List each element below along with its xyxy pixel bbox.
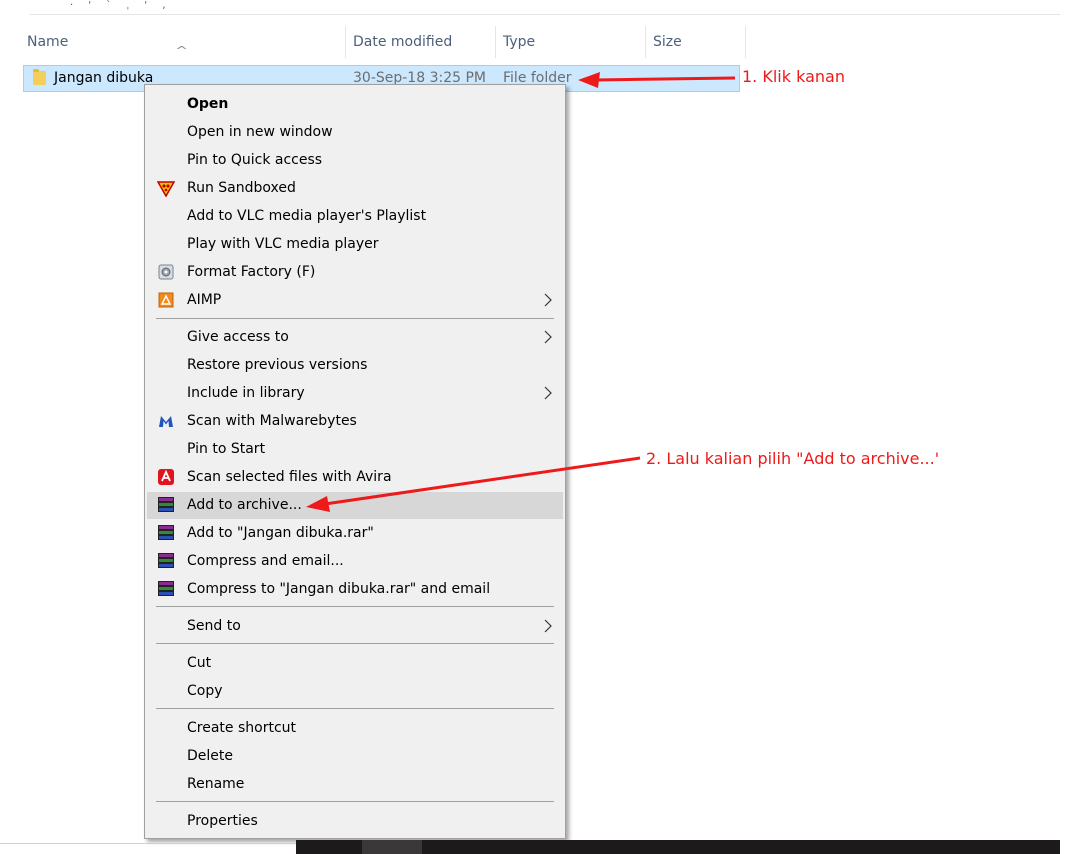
taskbar-remnant xyxy=(296,840,1060,854)
annotation-arrow-step2 xyxy=(306,456,641,512)
annotation-step1: 1. Klik kanan xyxy=(742,67,845,86)
annotation-step2: 2. Lalu kalian pilih "Add to archive...' xyxy=(646,449,940,468)
annotation-arrows xyxy=(306,72,736,512)
divider xyxy=(0,843,296,844)
taskbar-segment xyxy=(362,840,422,854)
annotation-arrow-step1 xyxy=(578,72,736,88)
